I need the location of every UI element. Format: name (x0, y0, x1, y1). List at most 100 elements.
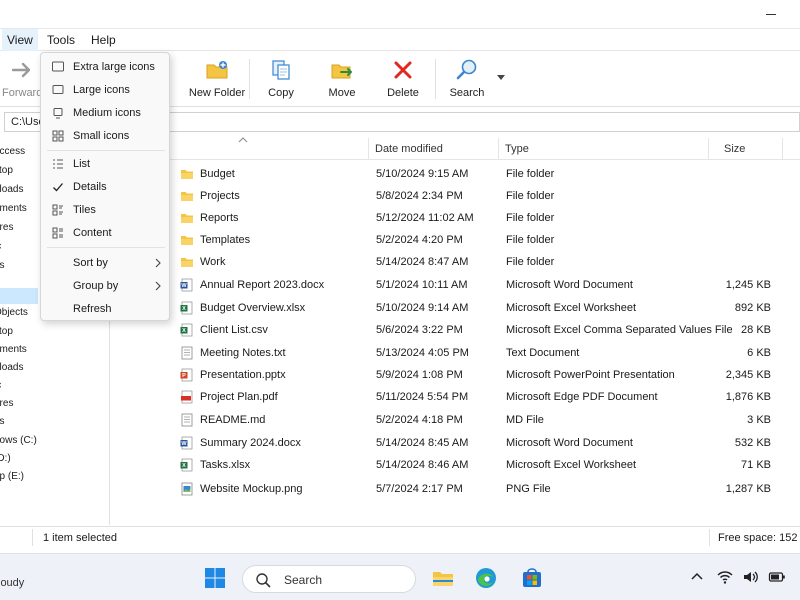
menu-view[interactable]: View (2, 29, 38, 51)
file-row[interactable]: P Presentation.pptx 5/9/2024 1:08 PM Micros… (111, 365, 800, 387)
file-row[interactable]: X Budget Overview.xlsx 5/10/2024 9:14 AM Mi… (111, 298, 800, 320)
file-size: 28 KB (741, 324, 771, 336)
file-row[interactable]: W Summary 2024.docx 5/14/2024 8:45 AM Micro… (111, 433, 800, 455)
file-date: 5/9/2024 1:08 PM (376, 369, 463, 381)
file-row[interactable]: README.md 5/2/2024 4:18 PM MD File 3 KB (111, 410, 800, 432)
pdf-document-icon (181, 390, 193, 404)
taskbar-search-box[interactable]: Search (242, 565, 416, 593)
menu-tools[interactable]: Tools (42, 29, 80, 51)
menu-item-extra-large-icons[interactable]: Extra large icons (41, 56, 171, 78)
file-row[interactable]: X Client List.csv 5/6/2024 3:22 PM Microsof… (111, 320, 800, 342)
menu-item-small-icons[interactable]: Small icons (41, 125, 171, 147)
battery-icon[interactable] (768, 568, 786, 586)
menu-item-large-icons[interactable]: Large icons (41, 79, 171, 101)
file-type: MD File (506, 414, 544, 426)
weather-widget[interactable]: loudy (0, 577, 24, 589)
file-name: Website Mockup.png (200, 483, 303, 495)
menu-item-details[interactable]: Details (41, 176, 171, 198)
search-button[interactable]: Search (444, 57, 490, 103)
medium-icons-icon (53, 108, 63, 119)
column-type[interactable]: Type (505, 136, 529, 160)
file-row[interactable]: X Tasks.xlsx 5/14/2024 8:46 AM Microsoft Ex… (111, 455, 800, 477)
column-divider[interactable] (708, 138, 709, 160)
nav-item-selected[interactable] (0, 288, 38, 304)
file-size: 2,345 KB (725, 369, 771, 381)
file-date: 5/14/2024 8:45 AM (376, 437, 469, 449)
delete-button[interactable]: Delete (380, 57, 426, 103)
checkmark-icon (53, 183, 63, 192)
nav-item[interactable]: uments (0, 341, 109, 359)
file-type: PNG File (506, 483, 551, 495)
content-view-icon (52, 227, 63, 239)
svg-text:W: W (181, 283, 187, 289)
file-row[interactable]: Reports 5/12/2024 11:02 AM File folder (111, 208, 800, 230)
file-row[interactable]: Meeting Notes.txt 5/13/2024 4:05 PM Text D… (111, 343, 800, 365)
volume-icon[interactable] (742, 568, 760, 586)
file-size: 892 KB (734, 302, 771, 314)
menu-item-list[interactable]: List (41, 153, 171, 175)
image-file-icon (181, 482, 193, 496)
file-size: 71 KB (741, 459, 771, 471)
minimize-icon[interactable] (766, 8, 778, 20)
nav-item[interactable]: ic (0, 377, 109, 395)
chevron-up-icon[interactable] (688, 568, 706, 586)
file-date: 5/6/2024 3:22 PM (376, 324, 463, 336)
nav-item[interactable]: dows (C:) (0, 432, 109, 450)
microsoft-store-icon[interactable] (520, 566, 544, 590)
chevron-right-icon (155, 281, 161, 291)
file-name: Client List.csv (200, 324, 268, 336)
file-row[interactable]: Work 5/14/2024 8:47 AM File folder (111, 252, 800, 274)
menu-item-medium-icons[interactable]: Medium icons (41, 102, 171, 124)
column-divider[interactable] (782, 138, 783, 160)
edge-browser-icon[interactable] (474, 566, 498, 590)
file-row[interactable]: Website Mockup.png 5/7/2024 2:17 PM PNG Fi… (111, 479, 800, 501)
ribbon-divider (249, 59, 250, 99)
column-divider[interactable] (368, 138, 369, 160)
file-row[interactable]: Budget 5/10/2024 9:15 AM File folder (111, 164, 800, 186)
chevron-down-icon[interactable] (497, 75, 505, 81)
column-size[interactable]: Size (724, 136, 745, 160)
menu-item-tiles[interactable]: Tiles (41, 199, 171, 221)
move-button[interactable]: Move (319, 57, 365, 103)
nav-item[interactable]: os (0, 413, 109, 431)
nav-item[interactable]: ures (0, 395, 109, 413)
nav-item[interactable]: nloads (0, 359, 109, 377)
title-bar (0, 0, 800, 29)
file-explorer-icon[interactable] (431, 566, 455, 590)
nav-item[interactable]: (D:) (0, 450, 109, 468)
file-row[interactable]: Project Plan.pdf 5/11/2024 5:54 PM Microso… (111, 387, 800, 409)
word-document-icon: W (180, 278, 193, 292)
copy-button[interactable]: Copy (258, 57, 304, 103)
nav-item[interactable]: k (0, 493, 109, 511)
file-name: Presentation.pptx (200, 369, 286, 381)
forward-button[interactable]: Forward (2, 57, 42, 103)
nav-item[interactable]: ktop (0, 323, 109, 341)
copy-icon (272, 60, 290, 80)
file-size: 1,245 KB (725, 279, 771, 291)
file-name: Reports (200, 212, 239, 224)
menu-item-sort-by[interactable]: Sort by (41, 252, 171, 274)
menu-help[interactable]: Help (86, 29, 121, 51)
nav-item[interactable]: up (E:) (0, 468, 109, 486)
menu-item-content[interactable]: Content (41, 222, 171, 244)
forward-arrow-icon (11, 62, 31, 78)
file-row[interactable]: Templates 5/2/2024 4:20 PM File folder (111, 230, 800, 252)
file-type: Microsoft PowerPoint Presentation (506, 369, 675, 381)
file-row[interactable]: Projects 5/8/2024 2:34 PM File folder (111, 186, 800, 208)
file-date: 5/10/2024 9:15 AM (376, 168, 469, 180)
status-divider (32, 529, 33, 546)
file-type: File folder (506, 212, 555, 224)
menu-item-group-by[interactable]: Group by (41, 275, 171, 297)
windows-start-icon[interactable] (203, 566, 227, 590)
file-date: 5/7/2024 2:17 PM (376, 483, 463, 495)
file-name: Budget Overview.xlsx (200, 302, 306, 314)
wifi-icon[interactable] (716, 568, 734, 586)
column-date-modified[interactable]: Date modified (375, 136, 443, 160)
menu-item-refresh[interactable]: Refresh (41, 298, 171, 320)
list-view-icon (53, 159, 63, 169)
new-folder-button[interactable]: New Folder (186, 57, 248, 103)
file-type: Microsoft Excel Worksheet (506, 302, 637, 314)
column-divider[interactable] (498, 138, 499, 160)
file-name: README.md (200, 414, 266, 426)
file-row[interactable]: W Annual Report 2023.docx 5/1/2024 10:11 A… (111, 275, 800, 297)
